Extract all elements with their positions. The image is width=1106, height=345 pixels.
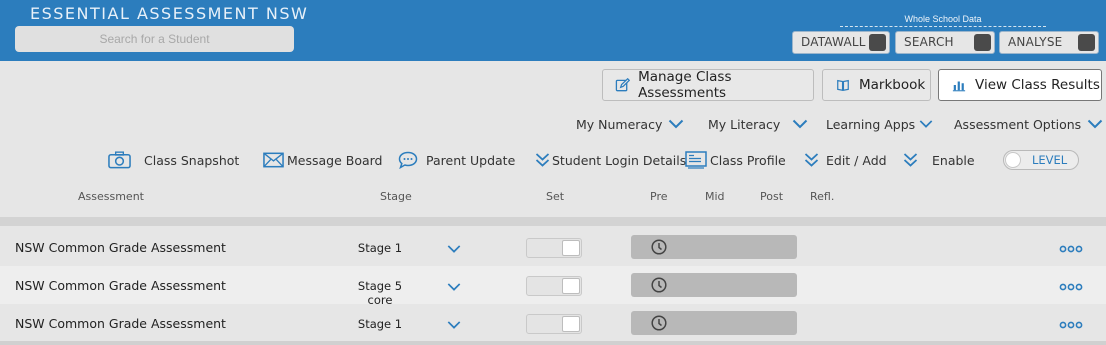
table-row: NSW Common Grade Assessment Stage 5 core (0, 266, 1106, 307)
stage-value: Stage 1 (357, 241, 403, 255)
search-switch[interactable] (974, 34, 991, 51)
chevron-down-icon (792, 117, 808, 132)
clock-icon (651, 239, 667, 260)
parent-update-button[interactable]: Parent Update (398, 150, 515, 170)
set-switch[interactable] (526, 276, 582, 296)
datawall-switch[interactable] (869, 34, 886, 51)
double-chevron-down-icon (804, 152, 819, 168)
analyse-label: ANALYSE (1008, 35, 1063, 49)
profile-card-icon (685, 151, 707, 169)
assessment-name: NSW Common Grade Assessment (15, 240, 226, 255)
datawall-toggle[interactable]: DATAWALL (792, 31, 890, 54)
datawall-label: DATAWALL (801, 35, 866, 49)
my-numeracy-label: My Numeracy (576, 117, 663, 132)
level-toggle-knob[interactable] (1005, 152, 1021, 168)
chevron-down-icon[interactable] (447, 279, 461, 297)
chevron-down-icon (668, 117, 684, 132)
clock-icon (651, 315, 667, 336)
double-chevron-down-icon (903, 152, 918, 168)
table-row: NSW Common Grade Assessment Stage 1 (0, 228, 1106, 266)
student-search-input[interactable] (15, 26, 294, 52)
pre-status-bar[interactable] (631, 235, 797, 259)
col-stage: Stage (380, 190, 412, 203)
pre-status-bar[interactable] (631, 273, 797, 297)
stage-value: Stage 1 (357, 317, 403, 331)
col-pre: Pre (650, 190, 668, 203)
more-options-icon[interactable] (1059, 316, 1083, 334)
analyse-toggle[interactable]: ANALYSE (999, 31, 1099, 54)
enable-button[interactable]: Enable (903, 150, 975, 170)
set-switch[interactable] (526, 238, 582, 258)
table-divider (0, 217, 1106, 226)
col-mid: Mid (705, 190, 725, 203)
chevron-down-icon[interactable] (447, 317, 461, 335)
view-class-results-button[interactable]: View Class Results (938, 69, 1102, 101)
set-switch-knob[interactable] (562, 240, 580, 256)
envelope-icon (263, 152, 284, 168)
chevron-down-icon (1087, 117, 1103, 132)
set-switch[interactable] (526, 314, 582, 334)
level-label: LEVEL (1032, 153, 1068, 167)
manage-class-assessments-label: Manage Class Assessments (638, 69, 732, 101)
class-snapshot-button[interactable]: Class Snapshot (108, 150, 239, 170)
more-options-icon[interactable] (1059, 240, 1083, 258)
manage-class-assessments-button[interactable]: Manage Class Assessments (602, 69, 814, 101)
col-refl: Refl. (810, 190, 835, 203)
set-switch-knob[interactable] (562, 316, 580, 332)
edit-add-label: Edit / Add (826, 152, 887, 168)
learning-apps-label: Learning Apps (826, 117, 916, 132)
clock-icon (651, 277, 667, 298)
table-bottom-border (0, 341, 1106, 345)
whole-school-data-label: Whole School Data (904, 14, 982, 24)
col-post: Post (760, 190, 784, 203)
whole-school-divider (840, 26, 1046, 27)
table-row: NSW Common Grade Assessment Stage 1 (0, 304, 1106, 342)
markbook-label: Markbook (859, 77, 926, 93)
pre-status-bar[interactable] (631, 311, 797, 335)
assessment-options-label: Assessment Options (954, 117, 1082, 132)
my-literacy-label: My Literacy (708, 117, 781, 132)
search-toggle[interactable]: SEARCH (895, 31, 995, 54)
set-switch-knob[interactable] (562, 278, 580, 294)
student-login-details-label: Student Login Details (552, 152, 687, 168)
edit-icon (615, 77, 631, 93)
bar-chart-icon (951, 77, 967, 93)
message-board-button[interactable]: Message Board (263, 150, 383, 170)
chevron-down-icon[interactable] (447, 241, 461, 259)
analyse-switch[interactable] (1078, 34, 1095, 51)
class-snapshot-label: Class Snapshot (144, 152, 240, 168)
double-chevron-down-icon (535, 152, 550, 168)
class-profile-label: Class Profile (710, 152, 786, 168)
camera-icon (108, 151, 131, 169)
more-options-icon[interactable] (1059, 278, 1083, 296)
level-toggle[interactable]: LEVEL (1003, 150, 1079, 170)
col-assessment: Assessment (78, 190, 144, 203)
book-icon (835, 77, 851, 93)
assessment-options-menu[interactable]: Assessment Options (954, 117, 1103, 132)
class-profile-button[interactable]: Class Profile (685, 150, 786, 170)
assessment-name: NSW Common Grade Assessment (15, 316, 226, 331)
markbook-button[interactable]: Markbook (822, 69, 931, 101)
app-title: ESSENTIAL ASSESSMENT NSW (30, 4, 309, 23)
message-board-label: Message Board (287, 152, 383, 168)
col-set: Set (546, 190, 565, 203)
search-label: SEARCH (904, 35, 954, 49)
stage-value: Stage 5 core (357, 279, 403, 307)
enable-label: Enable (932, 152, 975, 168)
app-header: ESSENTIAL ASSESSMENT NSW Whole School Da… (0, 0, 1106, 61)
parent-update-label: Parent Update (426, 152, 516, 168)
assessment-name: NSW Common Grade Assessment (15, 278, 226, 293)
learning-apps-menu[interactable]: Learning Apps (826, 117, 933, 132)
my-literacy-menu[interactable]: My Literacy (708, 117, 808, 132)
chevron-down-icon (919, 117, 933, 132)
view-class-results-label: View Class Results (975, 77, 1100, 93)
edit-add-button[interactable]: Edit / Add (804, 150, 887, 170)
student-login-details-button[interactable]: Student Login Details (535, 150, 686, 170)
my-numeracy-menu[interactable]: My Numeracy (576, 117, 684, 132)
speech-bubble-icon (398, 151, 418, 169)
